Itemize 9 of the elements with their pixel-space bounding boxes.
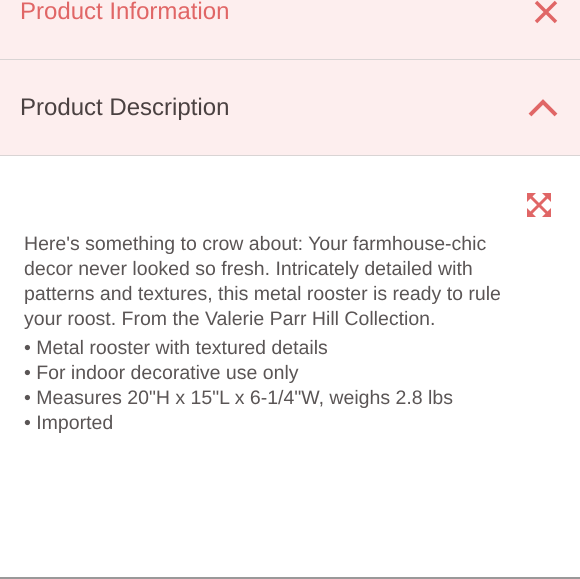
bullet-item: • Measures 20"H x 15"L x 6-1/4"W, weighs 2.8 lbs xyxy=(24,386,454,411)
bullet-item: • Metal rooster with textured details xyxy=(24,336,329,361)
description-paragraph: Here's something to crow about: Your farmhouse-chic decor never looked so fresh. Intricately detailed with patterns and textures, this metal rooster is ready to rule your roost. From the Valerie Parr Hill Collection. xyxy=(24,232,502,332)
chevron-up-icon[interactable] xyxy=(528,98,558,116)
expand-icon[interactable] xyxy=(526,192,552,218)
section-title[interactable]: Product Description xyxy=(20,94,230,122)
bullet-item: • Imported xyxy=(24,411,114,436)
close-icon[interactable] xyxy=(534,0,558,24)
bullet-item: • For indoor decorative use only xyxy=(24,361,300,386)
